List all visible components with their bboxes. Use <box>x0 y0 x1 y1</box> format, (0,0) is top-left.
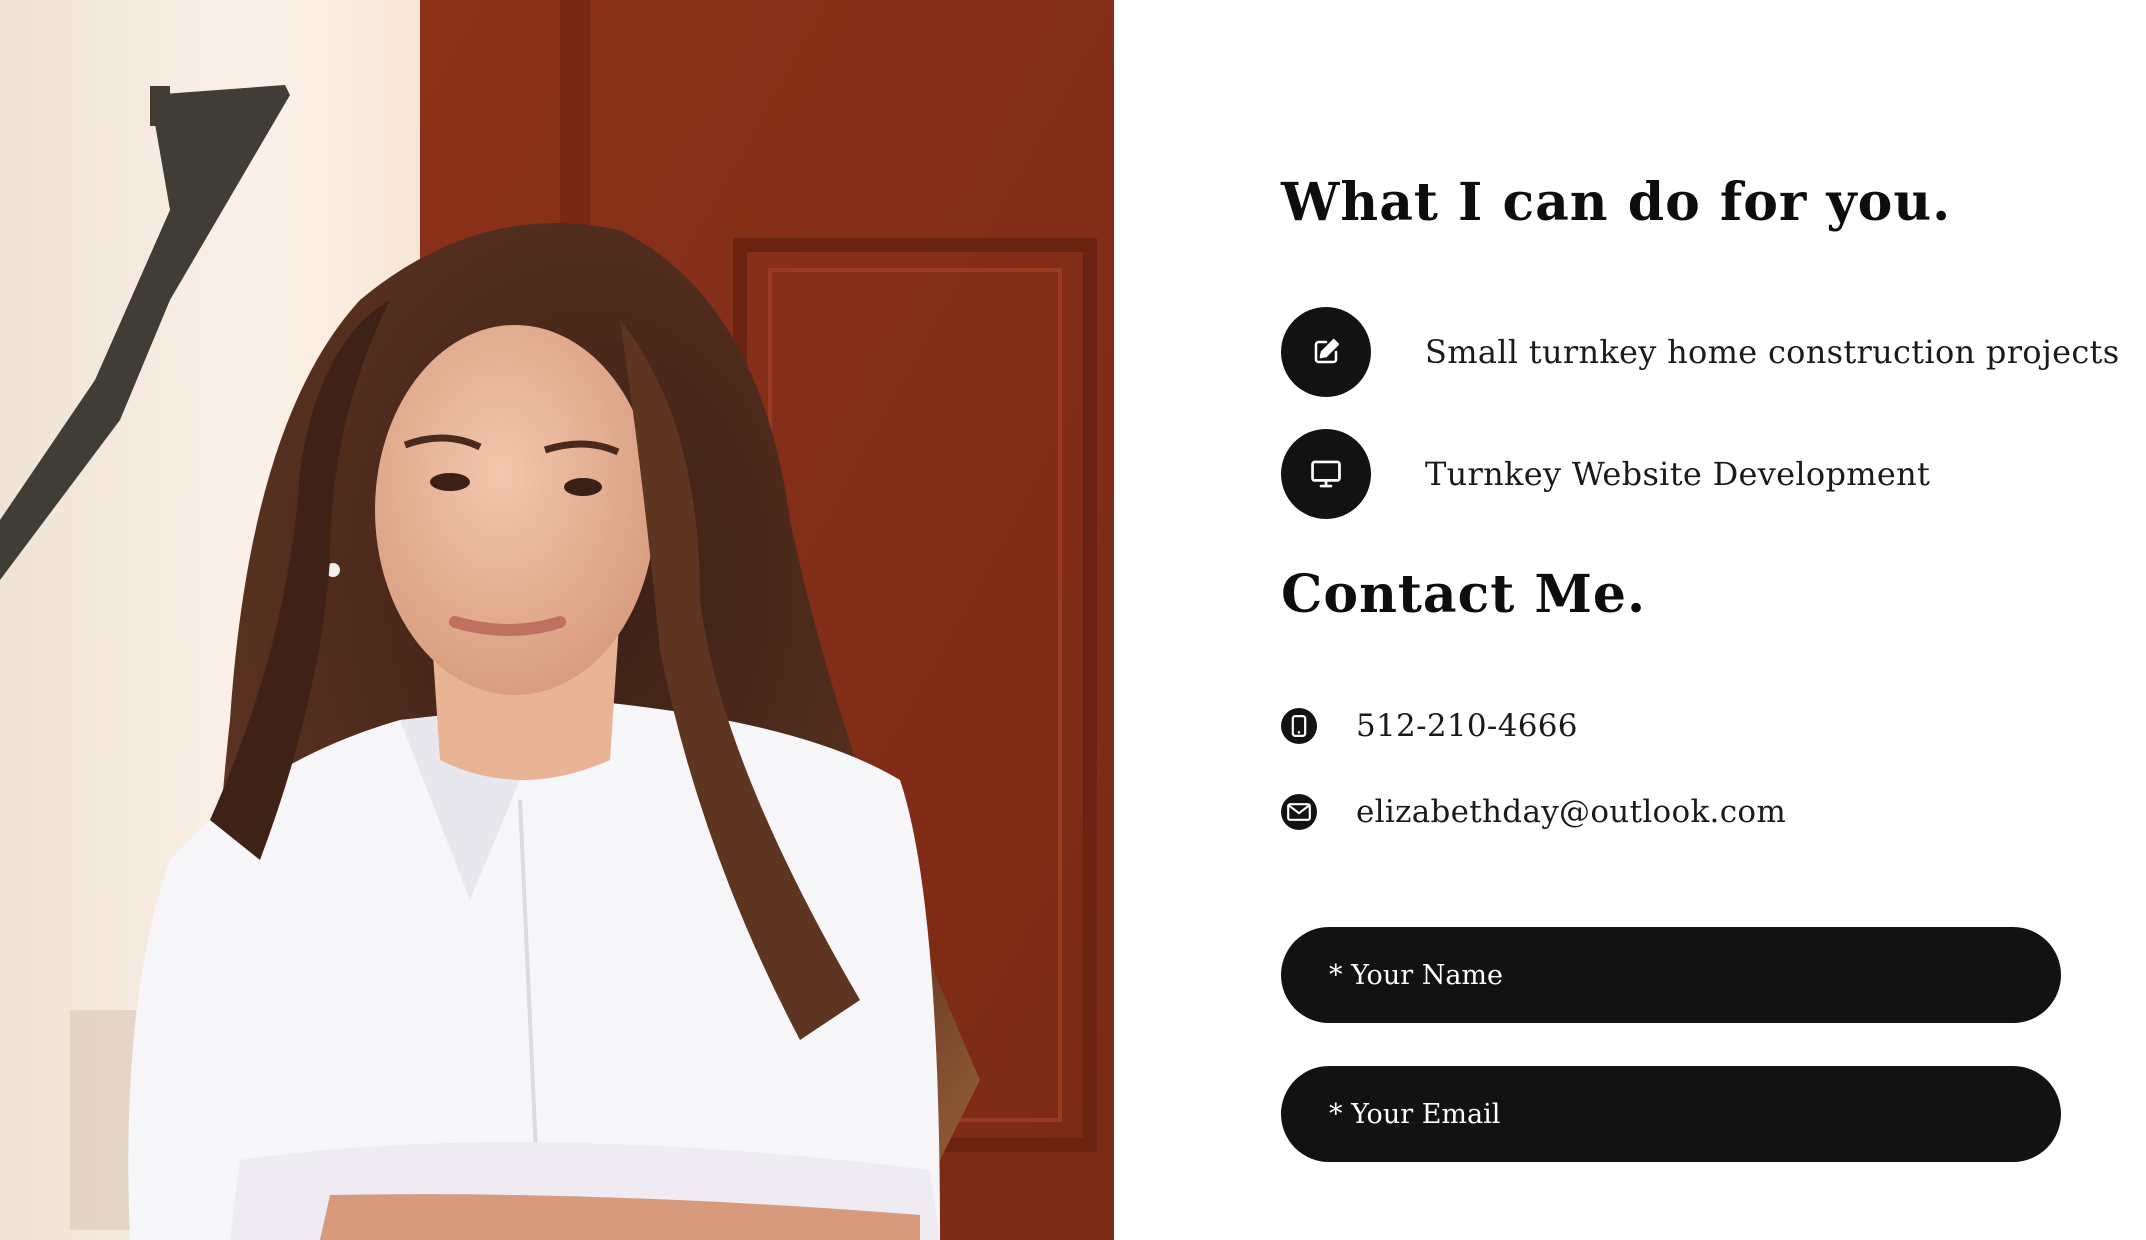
service-label: Turnkey Website Development <box>1425 455 1931 493</box>
phone-number[interactable]: 512-210-4666 <box>1356 706 1578 746</box>
content-panel: What I can do for you. Small turnkey hom… <box>1281 0 2119 1240</box>
edit-icon <box>1281 307 1371 397</box>
services-heading: What I can do for you. <box>1281 172 1952 233</box>
contact-email: elizabethday@outlook.com <box>1281 792 2081 832</box>
email-input[interactable] <box>1281 1066 2061 1162</box>
service-item-website: Turnkey Website Development <box>1281 429 2081 519</box>
contact-phone: 512-210-4666 <box>1281 706 2081 746</box>
portrait-illustration <box>0 0 1114 1240</box>
email-address[interactable]: elizabethday@outlook.com <box>1356 792 1786 832</box>
service-label: Small turnkey home construction projects <box>1425 333 2120 371</box>
portrait-photo <box>0 0 1114 1240</box>
contact-heading: Contact Me. <box>1281 564 1647 625</box>
service-item-construction: Small turnkey home construction projects <box>1281 307 2119 397</box>
envelope-icon <box>1281 794 1317 830</box>
mobile-phone-icon <box>1281 708 1317 744</box>
monitor-icon <box>1281 429 1371 519</box>
name-input[interactable] <box>1281 927 2061 1023</box>
